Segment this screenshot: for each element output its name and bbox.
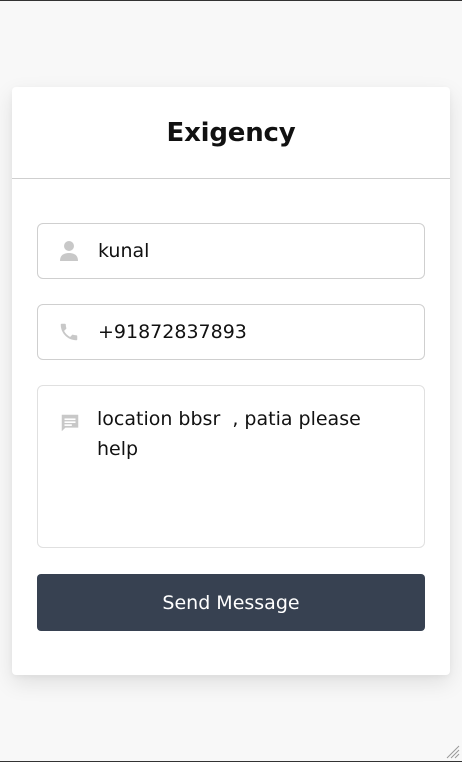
page-title: Exigency	[166, 117, 296, 148]
emergency-form: location bbsr , patia please help Send M…	[12, 179, 450, 631]
card-header: Exigency	[12, 87, 450, 179]
send-message-button[interactable]: Send Message	[37, 574, 425, 631]
phone-input[interactable]	[98, 305, 408, 359]
name-field	[37, 223, 425, 279]
page-frame: Exigency kunal +91872837893 location bbs…	[0, 0, 462, 762]
message-textarea[interactable]: location bbsr , patia please help	[97, 404, 407, 534]
phone-field	[37, 304, 425, 360]
person-icon	[58, 240, 80, 262]
contact-card: Exigency kunal +91872837893 location bbs…	[12, 87, 450, 675]
message-field: location bbsr , patia please help	[37, 385, 425, 548]
message-icon	[59, 412, 81, 434]
phone-icon	[58, 321, 80, 343]
name-input[interactable]	[98, 224, 408, 278]
resize-grip-icon[interactable]	[444, 743, 460, 759]
